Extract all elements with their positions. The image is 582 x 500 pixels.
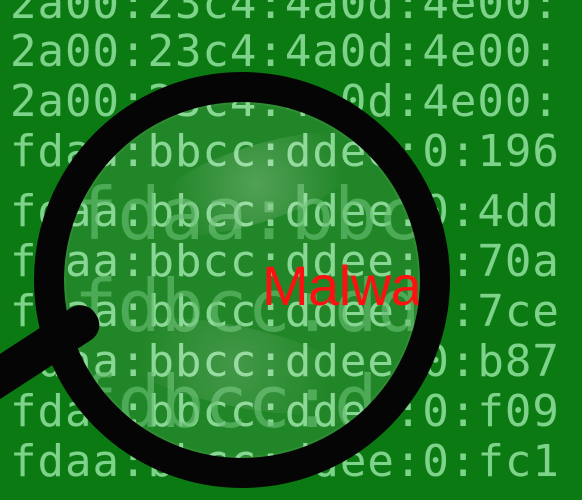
terminal-line: fdaa:bbcc:ddee:0:fc1	[10, 436, 560, 487]
terminal-line: fdaa:bbcc:ddee:0:196	[10, 126, 560, 177]
terminal-line: 2a00:23c4:4a0d:4e00:	[10, 0, 560, 29]
terminal-lines: 2a00:23c4:4a0d:4e00: 2a00:23c4:4a0d:4e00…	[0, 0, 582, 500]
terminal-line: fdaa:bbcc:ddee:0:b87	[10, 336, 560, 387]
terminal-line: 2a00:23c4:4a0d:4e00:	[10, 26, 560, 77]
terminal-line: fdaa:bbcc:ddee:0:f09	[10, 386, 560, 437]
terminal-line: fdaa:bbcc:ddee:0:4dd	[10, 186, 560, 237]
terminal-line: 2a00:23c4:4a0d:4e00:	[10, 76, 560, 127]
malware-scan-scene: 2a00:23c4:4a0d:4e00: 2a00:23c4:4a0d:4e00…	[0, 0, 582, 500]
terminal-line: fdaa:bbcc:ddee:0:7ce	[10, 286, 560, 337]
terminal-line: fdaa:bbcc:ddee:0:70a	[10, 236, 560, 287]
